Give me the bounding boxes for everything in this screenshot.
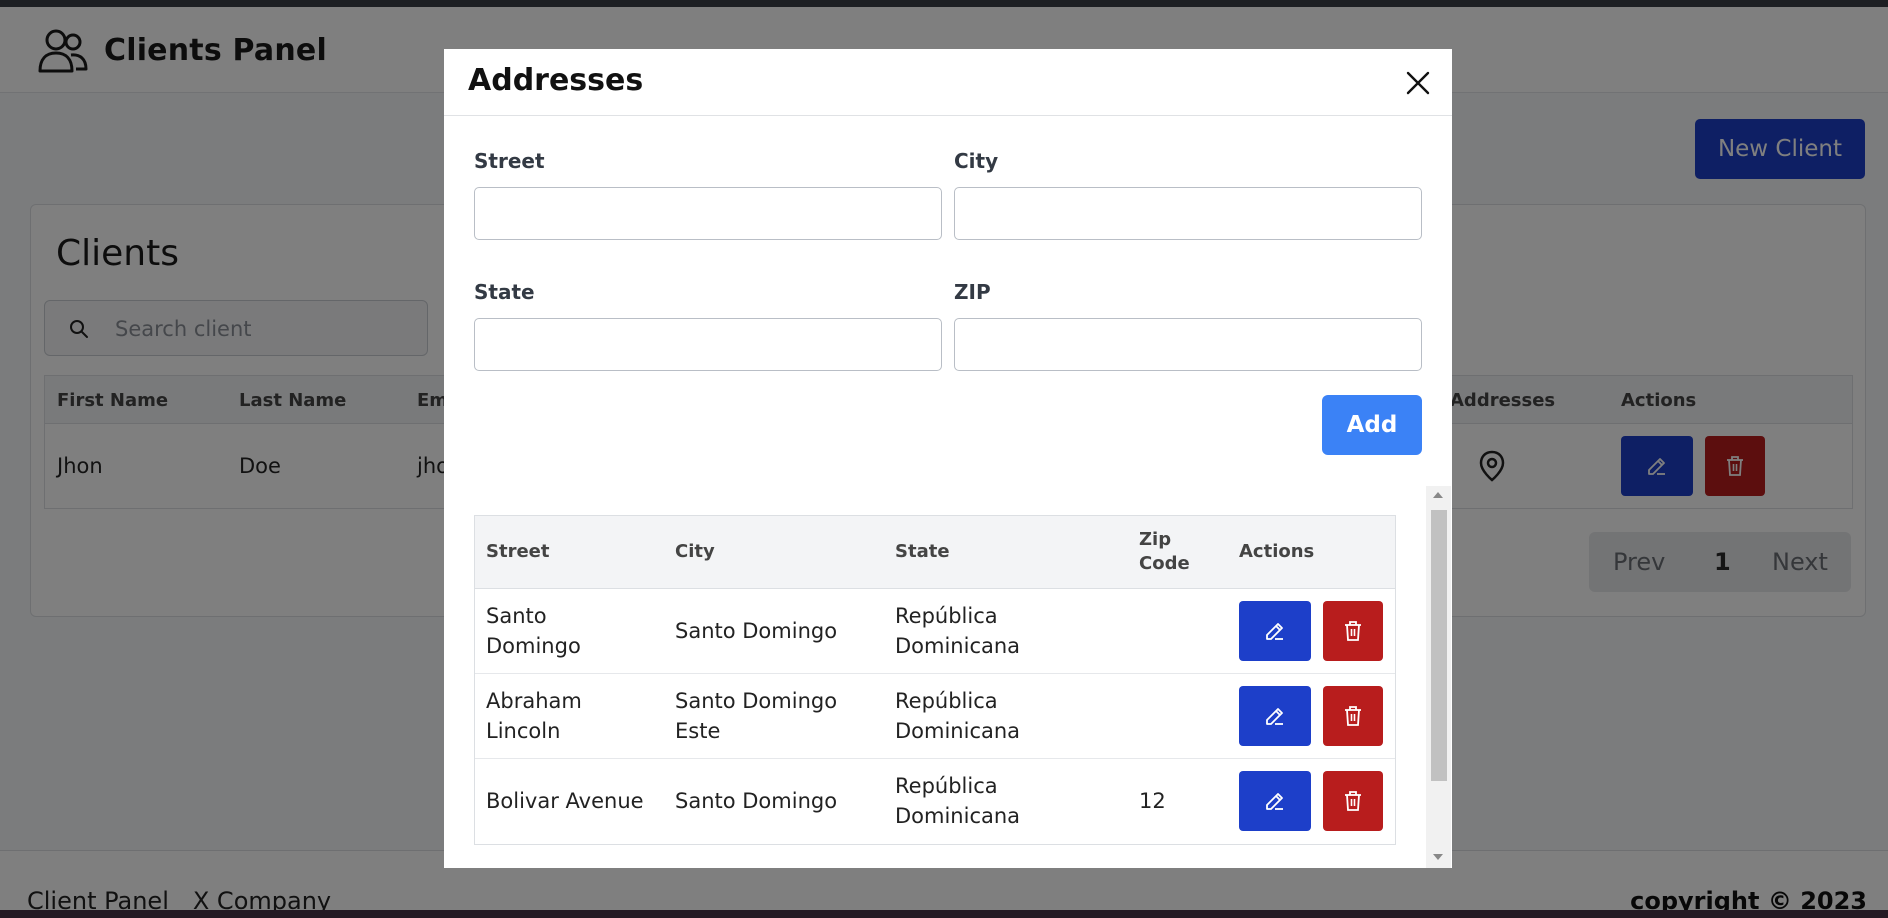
scroll-thumb[interactable] xyxy=(1431,510,1447,781)
col-zip-code: Zip Code xyxy=(1139,529,1190,574)
cell-state: República Dominicana xyxy=(895,604,1021,658)
addresses-table-header: Street City State Zip Code Actions xyxy=(475,516,1395,589)
state-input[interactable] xyxy=(474,318,942,371)
col-state: State xyxy=(895,541,950,562)
cell-city: Santo Domingo xyxy=(675,789,838,813)
cell-state: República Dominicana xyxy=(895,774,1021,828)
table-row: Bolivar Avenue Santo Domingo República D… xyxy=(475,759,1395,844)
table-row: Santo Domingo Santo Domingo República Do… xyxy=(475,589,1395,674)
addresses-modal: Addresses Street City State ZIP Add Stre… xyxy=(444,49,1452,868)
scroll-down-arrow[interactable] xyxy=(1433,854,1443,860)
modal-title: Addresses xyxy=(468,63,644,98)
cell-city: Santo Domingo Este xyxy=(675,689,838,743)
edit-address-button[interactable] xyxy=(1239,686,1311,746)
address-list-scrollbar[interactable] xyxy=(1426,486,1451,868)
street-label: Street xyxy=(474,149,545,173)
city-label: City xyxy=(954,149,999,173)
cell-city: Santo Domingo xyxy=(675,619,838,643)
trash-icon xyxy=(1345,706,1361,726)
edit-icon xyxy=(1266,623,1283,640)
cell-street: Bolivar Avenue xyxy=(486,789,644,813)
delete-address-button[interactable] xyxy=(1323,601,1383,661)
add-address-button[interactable]: Add xyxy=(1322,395,1422,455)
zip-label: ZIP xyxy=(954,280,991,304)
modal-header: Addresses xyxy=(444,49,1452,116)
edit-address-button[interactable] xyxy=(1239,601,1311,661)
col-city: City xyxy=(675,541,715,562)
delete-address-button[interactable] xyxy=(1323,686,1383,746)
edit-address-button[interactable] xyxy=(1239,771,1311,831)
addresses-table: Street City State Zip Code Actions Santo… xyxy=(474,515,1396,845)
cell-street: Abraham Lincoln xyxy=(486,689,582,743)
state-label: State xyxy=(474,280,535,304)
cell-zip: 12 xyxy=(1139,789,1166,813)
edit-icon xyxy=(1266,793,1283,810)
zip-input[interactable] xyxy=(954,318,1422,371)
close-button[interactable] xyxy=(1402,67,1434,99)
trash-icon xyxy=(1345,621,1361,641)
trash-icon xyxy=(1345,791,1361,811)
cell-state: República Dominicana xyxy=(895,689,1021,743)
table-row: Abraham Lincoln Santo Domingo Este Repúb… xyxy=(475,674,1395,759)
edit-icon xyxy=(1266,708,1283,725)
col-street: Street xyxy=(486,541,550,562)
cell-street: Santo Domingo xyxy=(486,604,581,658)
close-icon xyxy=(1406,71,1430,95)
delete-address-button[interactable] xyxy=(1323,771,1383,831)
city-input[interactable] xyxy=(954,187,1422,240)
scroll-up-arrow[interactable] xyxy=(1433,492,1443,498)
col-actions: Actions xyxy=(1239,541,1315,562)
street-input[interactable] xyxy=(474,187,942,240)
